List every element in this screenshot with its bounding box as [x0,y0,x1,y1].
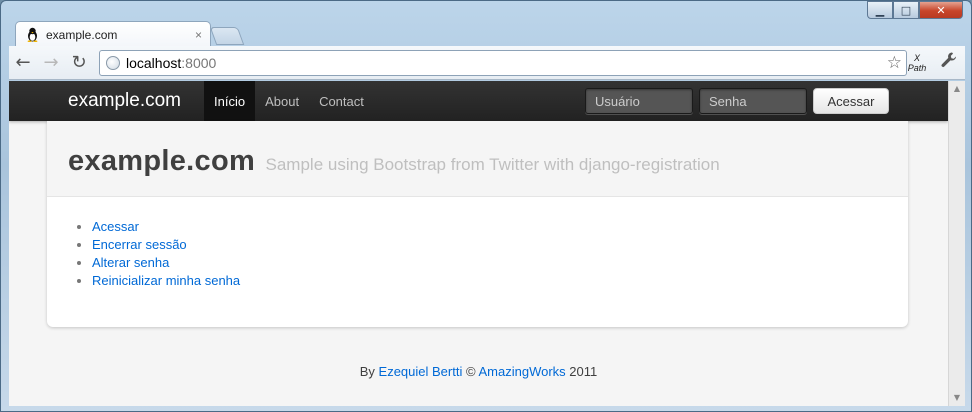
new-tab-button[interactable] [209,27,245,45]
author-link[interactable]: Ezequiel Bertti [379,364,463,379]
close-icon: ✕ [936,3,946,17]
vertical-scrollbar[interactable]: ▲ ▼ [948,81,965,406]
reset-password-link[interactable]: Reinicializar minha senha [92,273,240,288]
company-link[interactable]: AmazingWorks [478,364,565,379]
login-button[interactable]: Acessar [813,88,889,114]
linux-penguin-icon [24,27,40,43]
content-card: example.com Sample using Bootstrap from … [47,121,908,327]
address-bar[interactable]: localhost:8000 ☆ [99,50,907,76]
tab-close-icon[interactable]: × [195,28,202,42]
xpath-label-top: X [913,53,920,63]
close-window-button[interactable]: ✕ [919,1,963,19]
url-port: :8000 [181,55,217,71]
list-item: Reinicializar minha senha [92,272,908,290]
list-item: Encerrar sessão [92,236,908,254]
globe-icon [106,56,120,70]
reload-button[interactable]: ↻ [65,49,93,77]
page-header: example.com Sample using Bootstrap from … [47,121,908,197]
scroll-up-icon[interactable]: ▲ [949,81,965,97]
window-controls: ▁ □ ✕ [867,1,963,19]
url-host: localhost [126,55,182,71]
username-input[interactable] [585,88,693,114]
list-item: Acessar [92,218,908,236]
page-viewport: example.com Início About Contact Acessar… [9,81,965,406]
nav-item-inicio[interactable]: Início [204,81,256,121]
footer: By Ezequiel Bertti © AmazingWorks 2011 [9,364,948,379]
change-password-link[interactable]: Alterar senha [92,255,169,270]
maximize-button[interactable]: □ [893,1,919,19]
xpath-label-bottom: Path [907,63,927,73]
footer-year: 2011 [569,364,598,379]
tab-title: example.com [46,27,118,42]
xpath-extension-button[interactable]: X Path [905,49,929,77]
nav-item-contact[interactable]: Contact [309,81,374,121]
browser-toolbar: ← → ↻ localhost:8000 ☆ X Path [9,46,965,80]
back-arrow-icon: ← [15,52,31,73]
wrench-icon [941,52,956,67]
password-input[interactable] [699,88,807,114]
login-form: Acessar [585,88,889,114]
minimize-icon: ▁ [875,3,885,17]
nav-item-about[interactable]: About [255,81,309,121]
login-link[interactable]: Acessar [92,219,139,234]
bookmark-star-icon[interactable]: ☆ [887,53,902,73]
forward-button[interactable]: → [37,49,65,77]
reload-icon: ↻ [71,52,87,73]
wrench-menu-button[interactable] [937,51,961,75]
account-links-list: Acessar Encerrar sessão Alterar senha Re… [92,218,908,290]
copyright-symbol: © [465,364,476,379]
maximize-icon: □ [900,3,912,17]
browser-tab[interactable]: example.com × [15,21,211,47]
scroll-down-icon[interactable]: ▼ [949,390,965,406]
footer-prefix: By [359,364,375,379]
back-button[interactable]: ← [9,49,37,77]
page-subtitle: Sample using Bootstrap from Twitter with… [265,155,720,174]
logout-link[interactable]: Encerrar sessão [92,237,187,252]
minimize-button[interactable]: ▁ [867,1,893,19]
forward-arrow-icon: → [43,52,59,73]
topbar: example.com Início About Contact Acessar [9,81,948,121]
page-title: example.com [68,145,256,177]
browser-window: ▁ □ ✕ example.com × ← → ↻ localhost:8000… [0,0,972,412]
brand-link[interactable]: example.com [68,90,181,112]
nav-links: Início About Contact [204,81,374,121]
list-item: Alterar senha [92,254,908,272]
